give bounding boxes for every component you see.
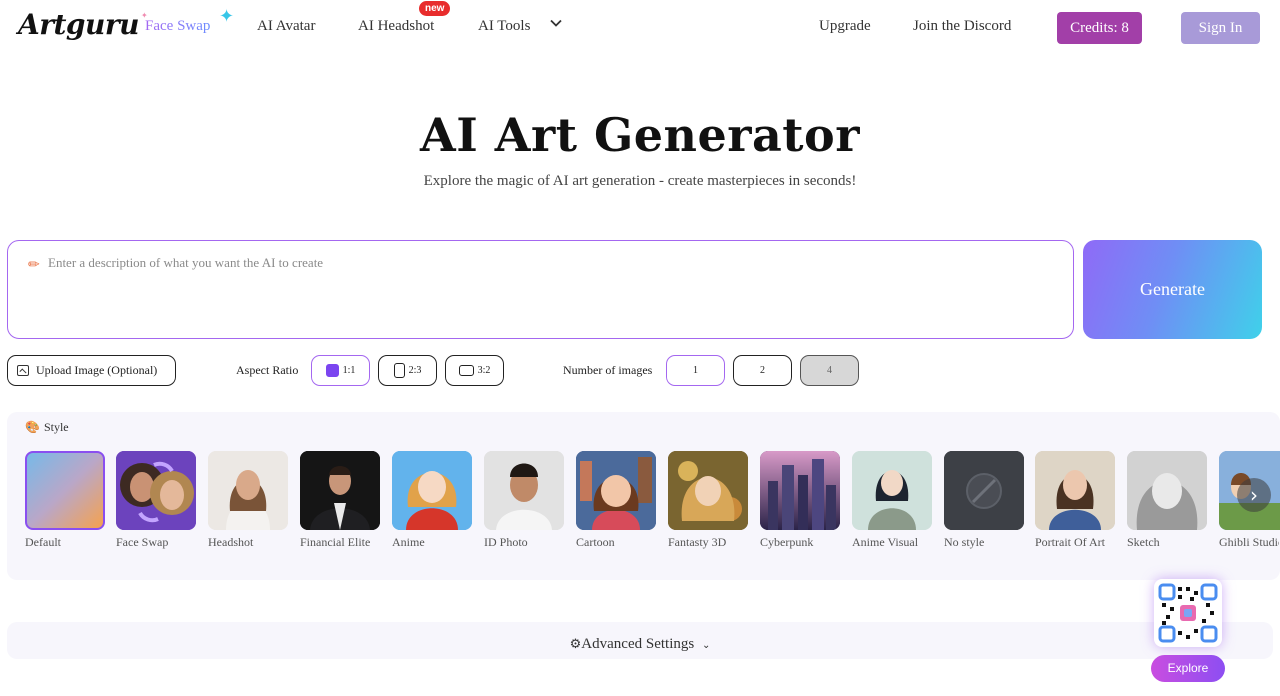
style-name: Cartoon <box>576 535 615 549</box>
new-badge: new <box>419 1 451 16</box>
style-name: Fantasty 3D <box>668 535 727 549</box>
style-headshot[interactable]: Headshot <box>208 451 288 551</box>
style-thumb <box>208 451 288 530</box>
sign-in-button[interactable]: Sign In <box>1181 12 1260 44</box>
page-title: AI Art Generator <box>420 108 860 162</box>
style-heading-text: Style <box>43 420 69 434</box>
style-anime[interactable]: Anime <box>392 451 472 551</box>
style-name: Financial Elite <box>300 535 371 549</box>
aspect-ratio-label-text: 2:3 <box>408 365 422 376</box>
style-name: Portrait Of Art <box>1035 535 1105 549</box>
prompt-input[interactable] <box>48 255 1048 271</box>
style-name: Anime <box>392 535 425 549</box>
square-icon <box>325 364 339 377</box>
pencil-icon: ✏ <box>28 257 40 273</box>
style-thumb <box>484 451 564 530</box>
style-name: No style <box>944 535 985 549</box>
style-financial-elite[interactable]: Financial Elite <box>300 451 380 551</box>
nav-upgrade[interactable]: Upgrade <box>819 18 871 35</box>
num-images-2[interactable]: 2 <box>733 355 792 386</box>
aspect-ratio-label-text: 3:2 <box>477 365 491 376</box>
style-thumb <box>1127 451 1207 530</box>
upload-image-button[interactable]: Upload Image (Optional) <box>7 355 176 386</box>
no-style-icon <box>944 451 1024 530</box>
chevron-right-icon[interactable]: › <box>1237 478 1271 512</box>
style-cyberpunk[interactable]: Cyberpunk <box>760 451 840 551</box>
style-anime-visual[interactable]: Anime Visual <box>852 451 932 551</box>
page-subtitle: Explore the magic of AI art generation -… <box>423 173 857 189</box>
prompt-box[interactable]: ✏ <box>7 240 1074 339</box>
style-face-swap[interactable]: Face Swap <box>116 451 196 551</box>
sparkle-icon: ✦ <box>219 6 235 27</box>
nav-ai-avatar[interactable]: AI Avatar <box>257 18 315 35</box>
style-panel: 🎨 Style Default Face Swap Headshot Finan… <box>7 412 1280 580</box>
style-no-style[interactable]: No style <box>944 451 1024 551</box>
style-default[interactable]: Default <box>25 451 105 551</box>
style-thumb <box>25 451 105 530</box>
num-images-1[interactable]: 1 <box>666 355 725 386</box>
nav-ai-headshot[interactable]: AI Headshot <box>358 18 434 35</box>
style-thumb <box>668 451 748 530</box>
style-name: Cyberpunk <box>760 535 814 549</box>
aspect-ratio-label-text: 1:1 <box>342 365 356 376</box>
style-thumb <box>944 451 1024 530</box>
style-heading: 🎨 Style <box>25 420 69 435</box>
style-thumb <box>852 451 932 530</box>
style-name: Anime Visual <box>852 535 919 549</box>
style-thumb <box>116 451 196 530</box>
style-sketch[interactable]: Sketch <box>1127 451 1207 551</box>
style-cartoon[interactable]: Cartoon <box>576 451 656 551</box>
style-portrait-of-art[interactable]: Portrait Of Art <box>1035 451 1115 551</box>
style-name: Face Swap <box>116 535 169 549</box>
landscape-rect-icon <box>458 365 474 376</box>
top-nav: Artguru ✦ Face Swap ✦ AI Avatar AI Heads… <box>0 0 1280 56</box>
advanced-settings-toggle[interactable]: ⚙Advanced Settings ⌄ <box>7 622 1273 659</box>
palette-icon: 🎨 <box>25 420 40 434</box>
style-name: Default <box>25 535 61 549</box>
artguru-logo[interactable]: Artguru <box>18 8 139 41</box>
num-images-label: Number of images <box>563 363 653 377</box>
aspect-ratio-1-1[interactable]: 1:1 <box>311 355 370 386</box>
qr-code[interactable] <box>1154 579 1222 647</box>
style-thumb <box>300 451 380 530</box>
style-name: Ghibli Studio <box>1219 535 1279 549</box>
style-fantasy-3d[interactable]: Fantasty 3D <box>668 451 748 551</box>
upload-label: Upload Image (Optional) <box>36 363 158 377</box>
nav-ai-tools[interactable]: AI Tools <box>478 18 530 35</box>
advanced-settings-label: Advanced Settings <box>581 636 695 652</box>
style-id-photo[interactable]: ID Photo <box>484 451 564 551</box>
chevron-down-icon[interactable] <box>549 16 563 30</box>
aspect-ratio-3-2[interactable]: 3:2 <box>445 355 504 386</box>
aspect-ratio-label: Aspect Ratio <box>236 363 299 377</box>
num-images-4[interactable]: 4 <box>800 355 859 386</box>
style-thumb <box>760 451 840 530</box>
style-name: ID Photo <box>484 535 528 549</box>
style-name: Headshot <box>208 535 254 549</box>
explore-button[interactable]: Explore <box>1151 655 1225 682</box>
nav-face-swap[interactable]: Face Swap <box>145 18 210 35</box>
qr-code-icon <box>1158 583 1218 643</box>
style-thumb <box>576 451 656 530</box>
generate-button[interactable]: Generate <box>1083 240 1262 339</box>
credits-button[interactable]: Credits: 8 <box>1057 12 1142 44</box>
portrait-rect-icon <box>393 363 405 378</box>
style-thumb <box>1035 451 1115 530</box>
chevron-down-icon: ⌄ <box>701 640 711 651</box>
style-thumb <box>392 451 472 530</box>
nav-join-discord[interactable]: Join the Discord <box>913 18 1011 35</box>
image-icon <box>17 365 29 376</box>
aspect-ratio-2-3[interactable]: 2:3 <box>378 355 437 386</box>
style-name: Sketch <box>1127 535 1160 549</box>
gear-icon: ⚙ <box>569 637 582 652</box>
